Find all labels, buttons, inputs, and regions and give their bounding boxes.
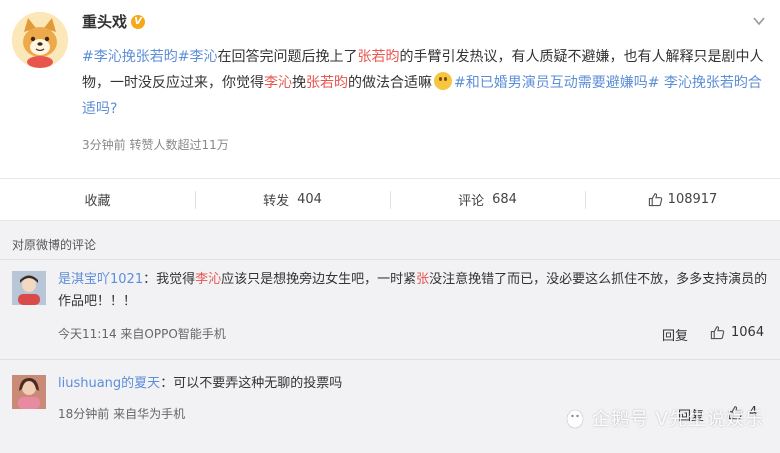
comment-label: 评论 bbox=[458, 194, 485, 209]
comment-meta: 18分钟前 来自华为手机 bbox=[58, 407, 186, 421]
divider bbox=[0, 359, 780, 360]
smile-emoji-icon bbox=[434, 72, 452, 90]
thumbs-up-icon bbox=[648, 193, 662, 207]
divider bbox=[0, 259, 780, 260]
post-text-part: 在回答完问题后挽上了 bbox=[217, 49, 358, 65]
comment-text-part: 应该只是想挽旁边女生吧，一时紧 bbox=[221, 272, 417, 287]
comment-text: liushuang的夏天：可以不要弄这种无聊的投票吗 bbox=[58, 373, 768, 395]
post-meta: 3分钟前 转赞人数超过11万 bbox=[82, 138, 229, 152]
shiba-avatar-icon bbox=[12, 12, 68, 68]
user-avatar-icon bbox=[12, 271, 46, 305]
comment-meta: 今天11:14 来自OPPO智能手机 bbox=[58, 327, 226, 341]
commenter-avatar[interactable] bbox=[12, 375, 46, 409]
comment-count: 684 bbox=[492, 192, 517, 207]
thumbs-up-icon bbox=[710, 326, 725, 340]
like-count: 108917 bbox=[667, 192, 718, 207]
comment-text: 是淇宝吖1021：我觉得李沁应该只是想挽旁边女生吧，一时紧张没注意挽错了而已，没… bbox=[58, 269, 768, 313]
like-button[interactable]: 108917 bbox=[585, 179, 780, 220]
comment-text-part: ：我觉得 bbox=[143, 272, 196, 287]
verified-badge-icon: V bbox=[131, 14, 146, 29]
reply-button[interactable]: 回复 bbox=[662, 325, 688, 344]
repost-count: 404 bbox=[297, 192, 322, 207]
favorite-button[interactable]: 收藏 bbox=[0, 179, 195, 220]
post-content: #李沁挽张若昀#李沁在回答完问题后挽上了张若昀的手臂引发热议，有人质疑不避嫌，也… bbox=[82, 44, 770, 122]
keyword-link[interactable]: 张若昀 bbox=[357, 49, 399, 65]
favorite-label: 收藏 bbox=[84, 194, 111, 209]
keyword-link[interactable]: 张若昀 bbox=[306, 75, 348, 91]
penguin-logo-icon bbox=[566, 409, 584, 429]
comment-like-count: 1064 bbox=[731, 325, 765, 340]
repost-label: 转发 bbox=[263, 194, 290, 209]
watermark-text: 企鹅号 V先生说娱乐 bbox=[591, 409, 764, 430]
watermark: 企鹅号 V先生说娱乐 bbox=[564, 405, 764, 431]
keyword-link[interactable]: 李沁 bbox=[264, 75, 292, 91]
action-bar: 收藏 转发 404 评论 684 108917 bbox=[0, 178, 780, 221]
post-text-part: 挽 bbox=[292, 75, 306, 91]
repost-button[interactable]: 转发 404 bbox=[195, 179, 390, 220]
comment-button[interactable]: 评论 684 bbox=[390, 179, 585, 220]
commenter-name[interactable]: liushuang的夏天 bbox=[58, 376, 160, 391]
hashtag-link[interactable]: #李沁挽张若昀#李沁 bbox=[82, 49, 217, 65]
user-avatar-icon bbox=[12, 375, 46, 409]
commenter-avatar[interactable] bbox=[12, 271, 46, 305]
weibo-post: 重头戏 V #李沁挽张若昀#李沁在回答完问题后挽上了张若昀的手臂引发热议，有人质… bbox=[0, 0, 780, 178]
comments-title: 对原微博的评论 bbox=[12, 238, 97, 252]
author-avatar[interactable] bbox=[12, 12, 68, 68]
comment-highlight[interactable]: 李沁 bbox=[195, 272, 221, 287]
commenter-name[interactable]: 是淇宝吖1021 bbox=[58, 272, 143, 287]
author-name[interactable]: 重头戏 V bbox=[82, 11, 146, 32]
reply-label: 回复 bbox=[662, 329, 689, 344]
comment-text-part: ：可以不要弄这种无聊的投票吗 bbox=[160, 376, 343, 391]
hashtag-link[interactable]: #和已婚男演员互动需要避嫌吗# bbox=[454, 75, 659, 91]
comment-like-button[interactable]: 1064 bbox=[710, 325, 764, 340]
post-text-part: 的做法合适嘛 bbox=[348, 75, 432, 91]
comment-highlight[interactable]: 张 bbox=[416, 272, 429, 287]
author-name-text[interactable]: 重头戏 bbox=[82, 11, 127, 32]
chevron-down-icon[interactable] bbox=[752, 14, 766, 28]
